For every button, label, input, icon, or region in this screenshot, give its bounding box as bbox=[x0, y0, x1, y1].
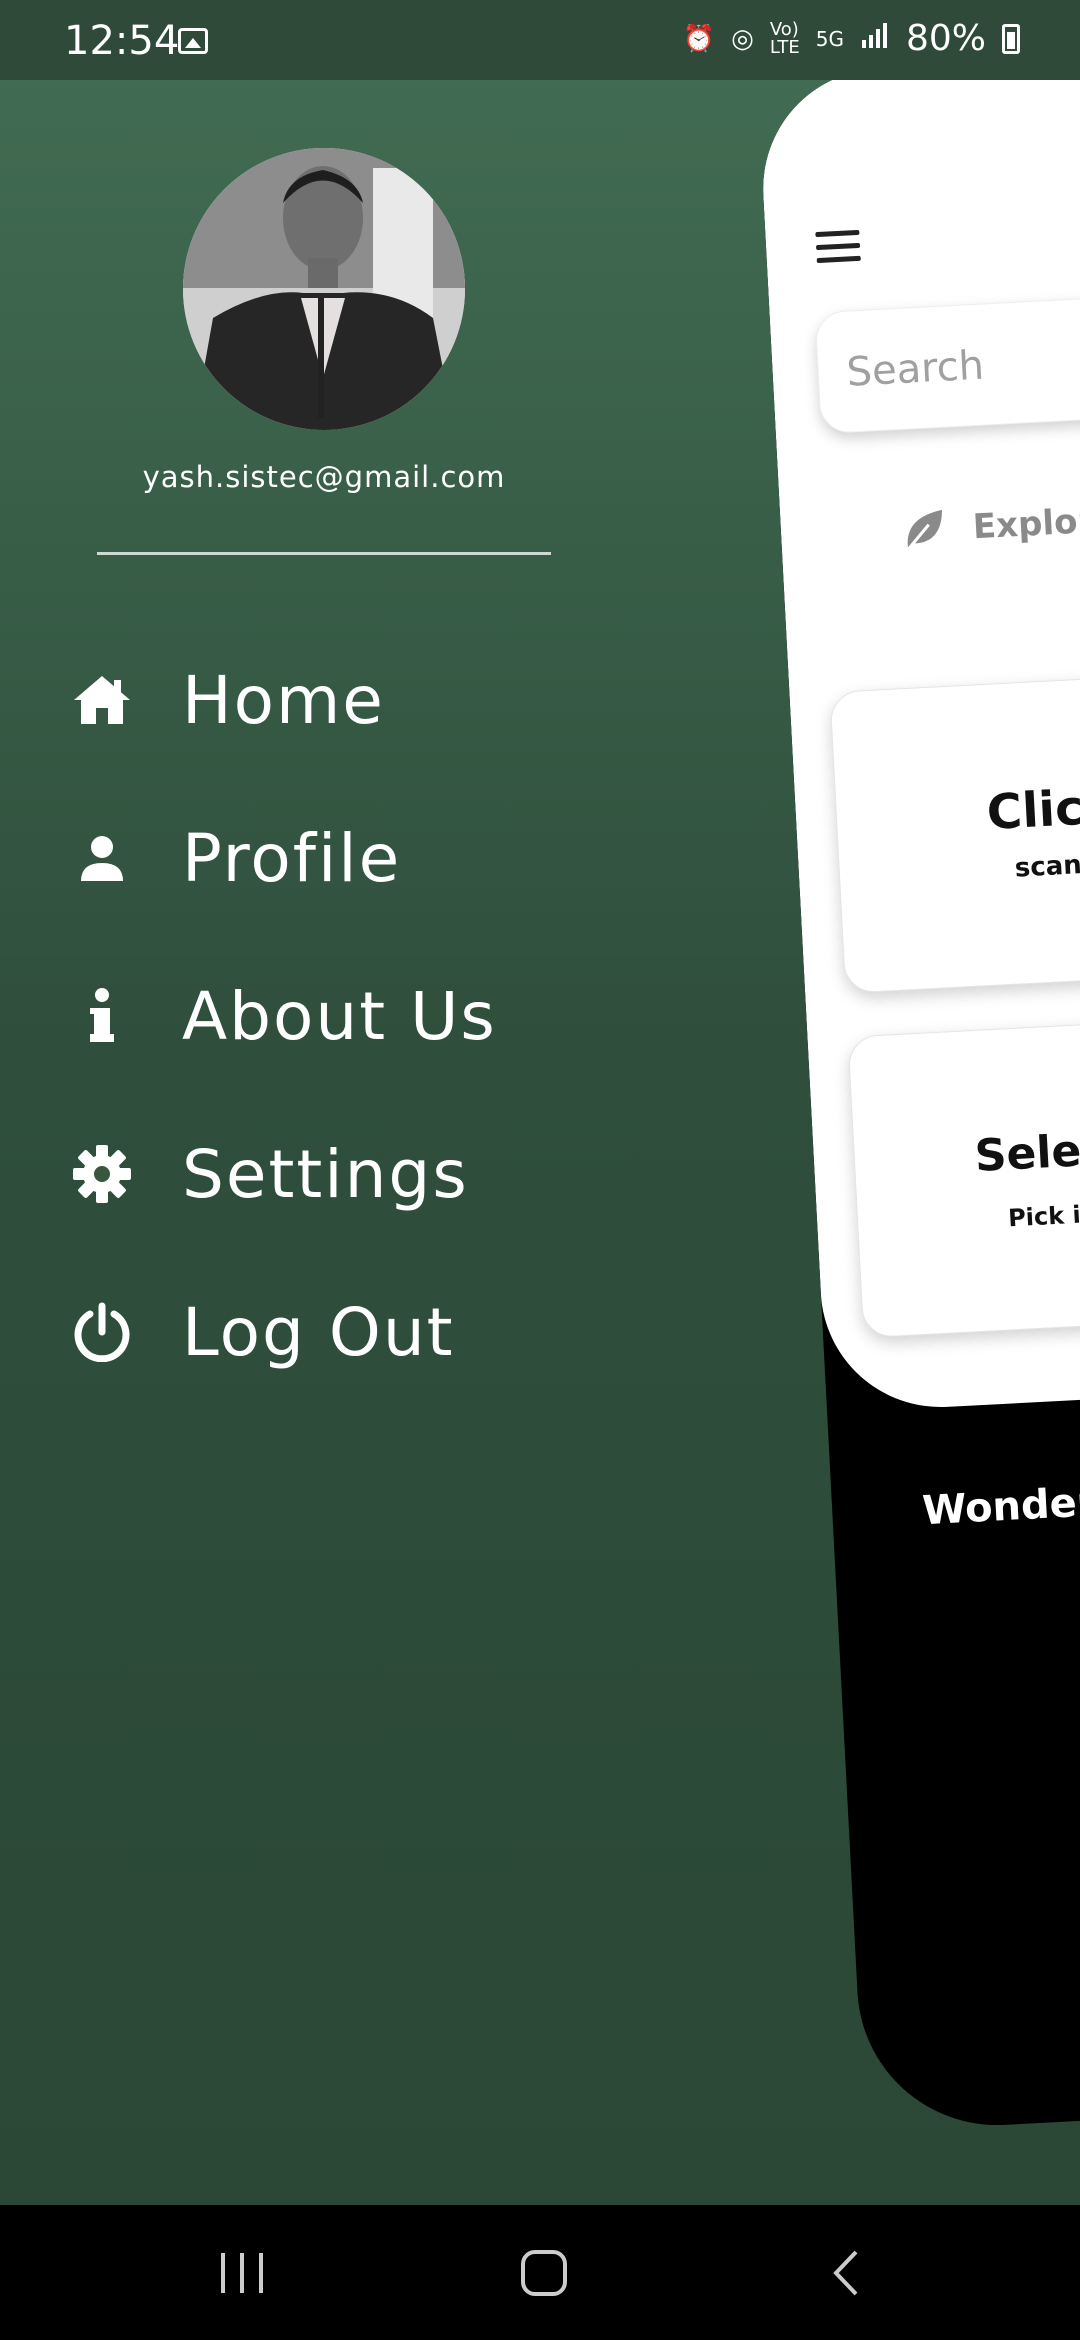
status-time: 12:54 bbox=[64, 18, 180, 64]
menu-label-home: Home bbox=[182, 661, 385, 739]
status-bar: 12:54 ⏰ ◎ Vo) LTE 5G 80% bbox=[0, 0, 1080, 80]
explore-text: Explore F bbox=[971, 498, 1080, 548]
hotspot-icon: ◎ bbox=[731, 23, 754, 54]
signal-icon bbox=[860, 22, 890, 55]
divider bbox=[97, 552, 551, 555]
home-nav-button[interactable] bbox=[444, 2205, 644, 2340]
hamburger-menu-icon[interactable] bbox=[815, 229, 861, 266]
power-icon bbox=[70, 1300, 134, 1364]
search-box[interactable] bbox=[814, 291, 1080, 435]
scan-card-title: Click bbox=[985, 778, 1080, 841]
menu-label-profile: Profile bbox=[182, 819, 402, 897]
select-card-title: Select bbox=[973, 1123, 1080, 1183]
battery-icon bbox=[1002, 23, 1020, 54]
alarm-icon: ⏰ bbox=[682, 23, 716, 54]
bottom-text: Wondering bbox=[921, 1475, 1080, 1535]
menu-label-settings: Settings bbox=[182, 1135, 469, 1213]
home-nav-icon bbox=[521, 2249, 567, 2296]
menu-item-settings[interactable]: Settings bbox=[70, 1114, 469, 1234]
select-card[interactable]: Select Pick imag bbox=[847, 1015, 1080, 1339]
scan-card[interactable]: Click scan yo bbox=[829, 671, 1080, 994]
menu-item-home[interactable]: Home bbox=[70, 640, 385, 760]
menu-item-about[interactable]: About Us bbox=[70, 956, 497, 1076]
leaf-icon bbox=[900, 506, 948, 554]
scan-card-subtitle: scan yo bbox=[1014, 848, 1080, 884]
explore-link[interactable]: Explore F bbox=[900, 495, 1080, 554]
5g-icon: 5G bbox=[815, 26, 844, 51]
system-nav-bar bbox=[0, 2205, 1080, 2340]
recents-button[interactable] bbox=[142, 2205, 342, 2340]
avatar[interactable] bbox=[183, 148, 465, 430]
menu-label-logout: Log Out bbox=[182, 1293, 455, 1371]
person-icon bbox=[70, 826, 134, 890]
user-email: yash.sistec@gmail.com bbox=[142, 460, 506, 494]
select-card-subtitle: Pick imag bbox=[1007, 1197, 1080, 1233]
image-icon bbox=[178, 28, 208, 54]
volte-icon: Vo) LTE bbox=[769, 18, 800, 58]
back-button[interactable] bbox=[746, 2205, 946, 2340]
home-icon bbox=[70, 668, 134, 732]
menu-label-about: About Us bbox=[182, 977, 497, 1055]
search-input[interactable] bbox=[843, 325, 1080, 404]
status-icons: ⏰ ◎ Vo) LTE 5G 80% bbox=[683, 18, 1020, 59]
info-icon bbox=[70, 984, 134, 1048]
menu-item-profile[interactable]: Profile bbox=[70, 798, 401, 918]
menu-item-logout[interactable]: Log Out bbox=[70, 1272, 455, 1392]
battery-percent: 80% bbox=[905, 18, 986, 59]
back-icon bbox=[833, 2250, 858, 2295]
recents-icon bbox=[221, 2252, 263, 2293]
gear-icon bbox=[70, 1142, 134, 1206]
